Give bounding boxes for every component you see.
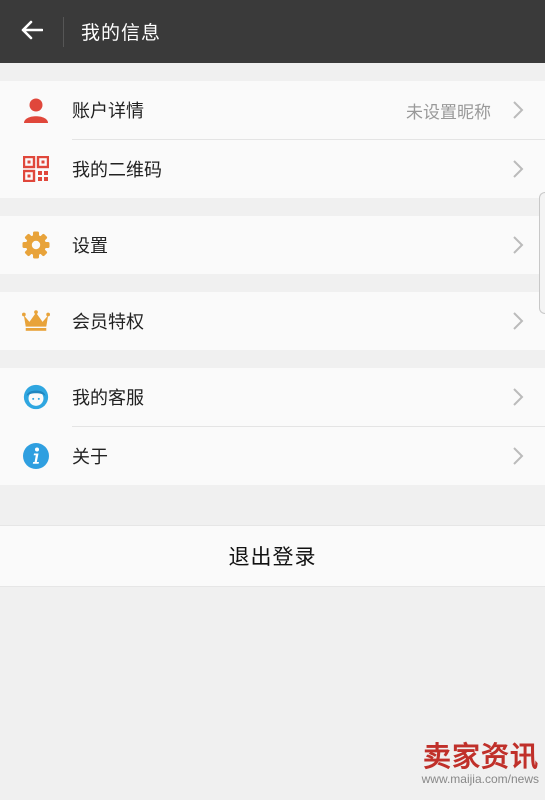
watermark: 卖家资讯 www.maijia.com/news xyxy=(421,740,539,787)
membership-privileges-row[interactable]: 会员特权 xyxy=(0,292,545,350)
settings-row[interactable]: 设置 xyxy=(0,216,545,274)
page-title: 我的信息 xyxy=(81,22,162,44)
nickname-value: 未设置昵称 xyxy=(406,102,491,123)
gear-icon xyxy=(22,231,50,259)
watermark-logo: 卖家资讯 xyxy=(422,740,539,773)
settings-label: 设置 xyxy=(72,236,108,257)
chevron-right-icon xyxy=(511,310,525,332)
edge-scroll-handle[interactable] xyxy=(539,192,545,314)
about-row[interactable]: 关于 xyxy=(0,427,545,485)
arrow-left-icon xyxy=(21,20,43,44)
chevron-right-icon xyxy=(511,158,525,180)
account-details-row[interactable]: 账户详情 未设置昵称 xyxy=(0,81,545,139)
customer-service-row[interactable]: 我的客服 xyxy=(0,368,545,426)
header-divider xyxy=(63,16,64,47)
customer-service-label: 我的客服 xyxy=(72,388,144,409)
support-group: 我的客服 关于 xyxy=(0,368,545,485)
top-bar: 我的信息 xyxy=(0,0,545,63)
about-label: 关于 xyxy=(72,447,108,468)
back-button[interactable] xyxy=(0,0,63,63)
my-qr-code-label: 我的二维码 xyxy=(72,160,162,181)
logout-button[interactable]: 退出登录 xyxy=(0,525,545,587)
membership-group: 会员特权 xyxy=(0,292,545,350)
membership-label: 会员特权 xyxy=(72,312,144,333)
chevron-right-icon xyxy=(511,445,525,467)
chevron-right-icon xyxy=(511,386,525,408)
crown-icon xyxy=(22,307,50,335)
settings-group: 设置 xyxy=(0,216,545,274)
watermark-url: www.maijia.com/news xyxy=(421,772,539,786)
account-details-label: 账户详情 xyxy=(72,101,144,122)
user-icon xyxy=(22,96,50,124)
info-icon xyxy=(22,442,50,470)
chevron-right-icon xyxy=(511,234,525,256)
my-qr-code-row[interactable]: 我的二维码 xyxy=(0,140,545,198)
qr-code-icon xyxy=(22,155,50,183)
customer-service-icon xyxy=(22,383,50,411)
account-group: 账户详情 未设置昵称 我的二维码 xyxy=(0,81,545,198)
chevron-right-icon xyxy=(511,99,525,121)
